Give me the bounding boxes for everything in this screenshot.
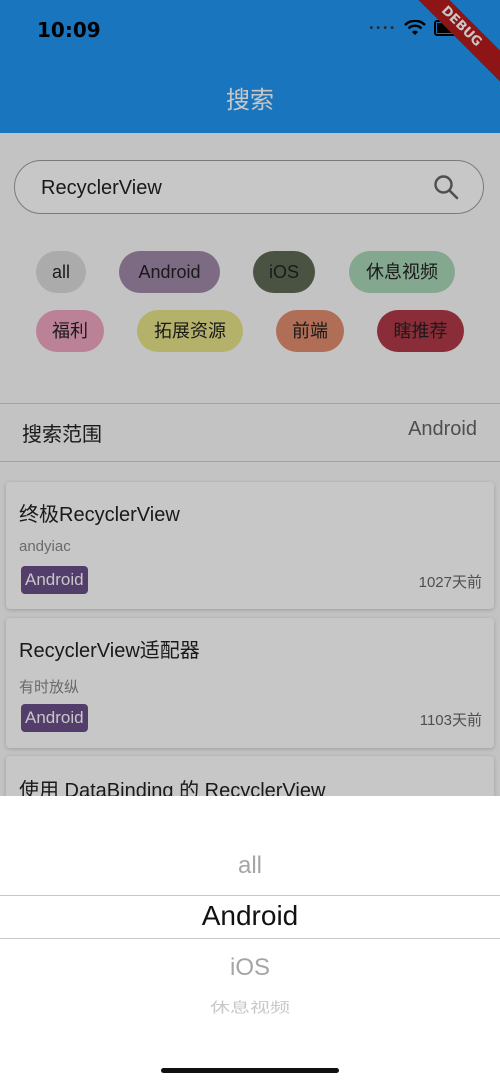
home-indicator — [161, 1068, 339, 1073]
picker-option-selected[interactable]: Android — [0, 900, 500, 932]
picker-option-ios[interactable]: iOS — [0, 954, 500, 982]
picker-selection-top — [0, 895, 500, 896]
picker-sheet[interactable]: all Android iOS 休息视频 — [0, 796, 500, 1084]
picker-option-all[interactable]: all — [0, 852, 500, 880]
picker-selection-bottom — [0, 938, 500, 939]
modal-scrim[interactable] — [0, 0, 500, 796]
picker-option-rest-video[interactable]: 休息视频 — [0, 996, 500, 1016]
search-page: 10:09 •••• DEBUG 搜索 all Android iOS 休息视频… — [0, 0, 500, 1084]
